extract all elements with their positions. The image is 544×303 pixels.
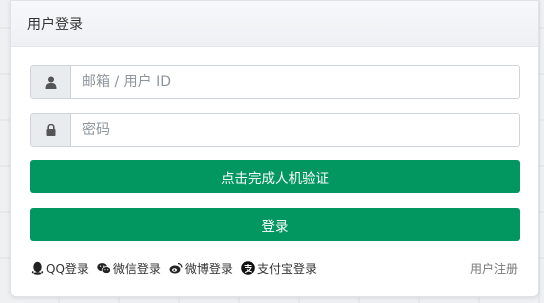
username-addon (31, 66, 71, 98)
panel-title: 用户登录 (27, 16, 83, 33)
username-group (30, 65, 520, 99)
social-login-row: QQ登录 微信登录 微博登录 支付宝登录 (30, 259, 325, 277)
panel-header: 用户登录 (11, 1, 538, 47)
password-input[interactable] (71, 114, 519, 146)
qq-login-label: QQ登录 (46, 261, 89, 276)
qq-login-link[interactable]: QQ登录 (30, 260, 89, 277)
wechat-login-link[interactable]: 微信登录 (97, 260, 161, 277)
user-icon (45, 76, 56, 89)
password-group (30, 113, 520, 147)
wechat-login-label: 微信登录 (112, 261, 161, 276)
weibo-login-label: 微博登录 (184, 261, 233, 276)
login-button[interactable]: 登录 (30, 208, 520, 241)
qq-icon (30, 261, 44, 275)
alipay-icon (241, 261, 255, 275)
wechat-icon (97, 261, 111, 275)
lock-icon (46, 124, 55, 136)
register-link[interactable]: 用户注册 (470, 259, 518, 277)
captcha-button[interactable]: 点击完成人机验证 (30, 160, 520, 193)
alipay-login-label: 支付宝登录 (256, 261, 317, 276)
weibo-login-link[interactable]: 微博登录 (169, 260, 233, 277)
password-addon (31, 114, 71, 146)
alipay-login-link[interactable]: 支付宝登录 (241, 260, 317, 277)
weibo-icon (169, 261, 183, 275)
login-panel: 用户登录 点击完成人机验证 登录 (10, 0, 539, 297)
username-input[interactable] (71, 66, 519, 98)
